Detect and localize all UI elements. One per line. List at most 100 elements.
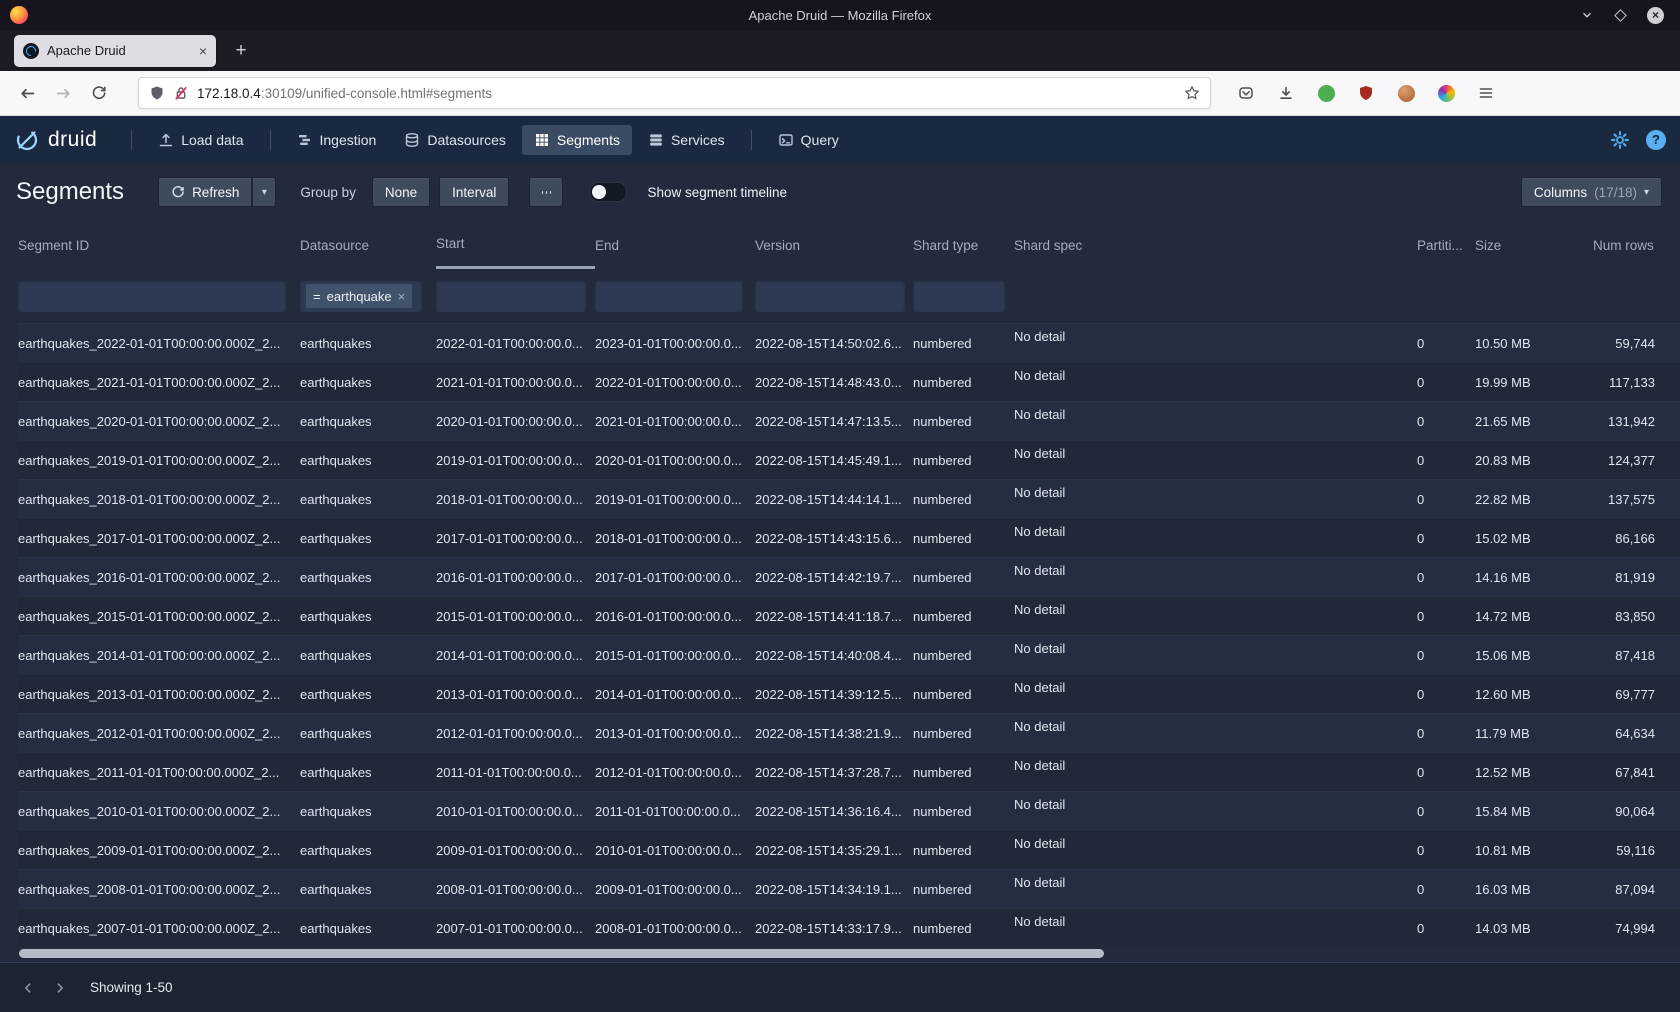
- header-segment-id[interactable]: Segment ID: [18, 221, 300, 269]
- nav-item-segments[interactable]: Segments: [522, 125, 632, 155]
- cell-size: 15.06 MB: [1475, 648, 1593, 663]
- table-row[interactable]: earthquakes_2016-01-01T00:00:00.000Z_2..…: [18, 557, 1680, 596]
- extension-avatar-icon[interactable]: [1391, 78, 1421, 108]
- cell-version: 2022-08-15T14:42:19.7...: [755, 570, 913, 585]
- filter-end-input[interactable]: [595, 280, 743, 312]
- table-row[interactable]: earthquakes_2022-01-01T00:00:00.000Z_2..…: [18, 323, 1680, 362]
- table-row[interactable]: earthquakes_2021-01-01T00:00:00.000Z_2..…: [18, 362, 1680, 401]
- cell-num-rows: 81,919: [1593, 570, 1663, 585]
- window-minimize-icon[interactable]: [1580, 8, 1594, 22]
- table-row[interactable]: earthquakes_2019-01-01T00:00:00.000Z_2..…: [18, 440, 1680, 479]
- header-shard-spec[interactable]: Shard spec: [1014, 221, 1417, 269]
- forward-icon[interactable]: [48, 78, 78, 108]
- columns-button[interactable]: Columns (17/18) ▾: [1521, 177, 1662, 207]
- header-shard-type[interactable]: Shard type: [913, 221, 1014, 269]
- extension-green-icon[interactable]: [1311, 78, 1341, 108]
- header-end[interactable]: End: [595, 221, 755, 269]
- previous-page-button[interactable]: [14, 974, 42, 1002]
- nav-item-label: Segments: [557, 132, 620, 148]
- cell-datasource: earthquakes: [300, 882, 436, 897]
- more-options-button[interactable]: [529, 177, 563, 207]
- cell-datasource: earthquakes: [300, 765, 436, 780]
- table-row[interactable]: earthquakes_2010-01-01T00:00:00.000Z_2..…: [18, 791, 1680, 830]
- horizontal-scrollbar-thumb[interactable]: [19, 949, 1104, 958]
- next-page-button[interactable]: [46, 974, 74, 1002]
- nav-item-query[interactable]: Query: [766, 125, 851, 155]
- table-row[interactable]: earthquakes_2007-01-01T00:00:00.000Z_2..…: [18, 908, 1680, 947]
- header-version[interactable]: Version: [755, 221, 913, 269]
- table-row[interactable]: earthquakes_2018-01-01T00:00:00.000Z_2..…: [18, 479, 1680, 518]
- table-row[interactable]: earthquakes_2009-01-01T00:00:00.000Z_2..…: [18, 830, 1680, 869]
- extension-ublock-icon[interactable]: [1351, 78, 1381, 108]
- group-by-none-button[interactable]: None: [372, 177, 430, 207]
- refresh-dropdown-button[interactable]: ▾: [252, 177, 276, 207]
- table-row[interactable]: earthquakes_2015-01-01T00:00:00.000Z_2..…: [18, 596, 1680, 635]
- url-text[interactable]: 172.18.0.4:30109/unified-console.html#se…: [197, 86, 1176, 101]
- nav-item-label: Ingestion: [320, 132, 377, 148]
- cell-end: 2023-01-01T00:00:00.0...: [595, 336, 755, 351]
- url-bar[interactable]: 172.18.0.4:30109/unified-console.html#se…: [138, 77, 1211, 109]
- remove-filter-icon[interactable]: ×: [398, 289, 406, 304]
- filter-segment-id-input[interactable]: [18, 280, 286, 312]
- downloads-icon[interactable]: [1271, 78, 1301, 108]
- cell-datasource: earthquakes: [300, 492, 436, 507]
- cell-shard-type: numbered: [913, 609, 1014, 624]
- cell-start: 2016-01-01T00:00:00.0...: [436, 570, 595, 585]
- browser-tab[interactable]: Apache Druid ×: [14, 35, 216, 67]
- segments-icon: [534, 132, 550, 148]
- bookmark-star-icon[interactable]: [1184, 85, 1200, 101]
- url-host: 172.18.0.4: [197, 86, 261, 101]
- cell-segment-id: earthquakes_2009-01-01T00:00:00.000Z_2..…: [18, 843, 300, 858]
- cell-num-rows: 87,094: [1593, 882, 1663, 897]
- cell-datasource: earthquakes: [300, 921, 436, 936]
- cell-start: 2009-01-01T00:00:00.0...: [436, 843, 595, 858]
- refresh-button[interactable]: Refresh: [158, 177, 252, 207]
- nav-item-services[interactable]: Services: [636, 125, 737, 155]
- filter-datasource-input[interactable]: = earthquake ×: [300, 280, 422, 312]
- table-row[interactable]: earthquakes_2017-01-01T00:00:00.000Z_2..…: [18, 518, 1680, 557]
- back-icon[interactable]: [12, 78, 42, 108]
- group-by-interval-button[interactable]: Interval: [439, 177, 509, 207]
- cell-num-rows: 86,166: [1593, 531, 1663, 546]
- table-row[interactable]: earthquakes_2011-01-01T00:00:00.000Z_2..…: [18, 752, 1680, 791]
- druid-brand[interactable]: druid: [14, 127, 97, 153]
- cell-version: 2022-08-15T14:41:18.7...: [755, 609, 913, 624]
- cell-partition: 0: [1417, 336, 1475, 351]
- table-row[interactable]: earthquakes_2014-01-01T00:00:00.000Z_2..…: [18, 635, 1680, 674]
- extension-pinwheel-icon[interactable]: [1431, 78, 1461, 108]
- table-row[interactable]: earthquakes_2013-01-01T00:00:00.000Z_2..…: [18, 674, 1680, 713]
- window-close-icon[interactable]: ×: [1647, 7, 1664, 24]
- cell-datasource: earthquakes: [300, 726, 436, 741]
- cell-shard-type: numbered: [913, 453, 1014, 468]
- cell-shard-spec: No detail: [1014, 402, 1417, 423]
- cell-datasource: earthquakes: [300, 609, 436, 624]
- cell-shard-spec: No detail: [1014, 363, 1417, 384]
- header-size[interactable]: Size: [1475, 221, 1593, 269]
- menu-icon[interactable]: [1471, 78, 1501, 108]
- header-start[interactable]: Start: [436, 221, 595, 269]
- table-row[interactable]: earthquakes_2012-01-01T00:00:00.000Z_2..…: [18, 713, 1680, 752]
- window-maximize-icon[interactable]: [1616, 11, 1625, 20]
- nav-item-ingestion[interactable]: Ingestion: [285, 125, 389, 155]
- header-num-rows[interactable]: Num rows: [1593, 221, 1663, 269]
- header-datasource[interactable]: Datasource: [300, 221, 436, 269]
- insecure-lock-icon[interactable]: [173, 85, 189, 101]
- cell-version: 2022-08-15T14:33:17.9...: [755, 921, 913, 936]
- table-row[interactable]: earthquakes_2020-01-01T00:00:00.000Z_2..…: [18, 401, 1680, 440]
- header-partition[interactable]: Partiti...: [1417, 221, 1475, 269]
- table-row[interactable]: earthquakes_2008-01-01T00:00:00.000Z_2..…: [18, 869, 1680, 908]
- reload-icon[interactable]: [84, 78, 114, 108]
- settings-gear-icon[interactable]: [1610, 130, 1630, 150]
- help-icon[interactable]: ?: [1646, 130, 1666, 150]
- tab-close-icon[interactable]: ×: [199, 44, 207, 58]
- new-tab-button[interactable]: +: [226, 36, 256, 66]
- tracking-protection-shield-icon[interactable]: [149, 85, 165, 101]
- filter-start-input[interactable]: [436, 280, 586, 312]
- pocket-icon[interactable]: [1231, 78, 1261, 108]
- segment-timeline-toggle[interactable]: [589, 182, 627, 202]
- datasource-filter-tag[interactable]: = earthquake ×: [306, 284, 412, 308]
- nav-item-datasources[interactable]: Datasources: [392, 125, 518, 155]
- nav-item-load-data[interactable]: Load data: [146, 125, 255, 155]
- filter-shard-type-input[interactable]: [913, 280, 1005, 312]
- filter-version-input[interactable]: [755, 280, 905, 312]
